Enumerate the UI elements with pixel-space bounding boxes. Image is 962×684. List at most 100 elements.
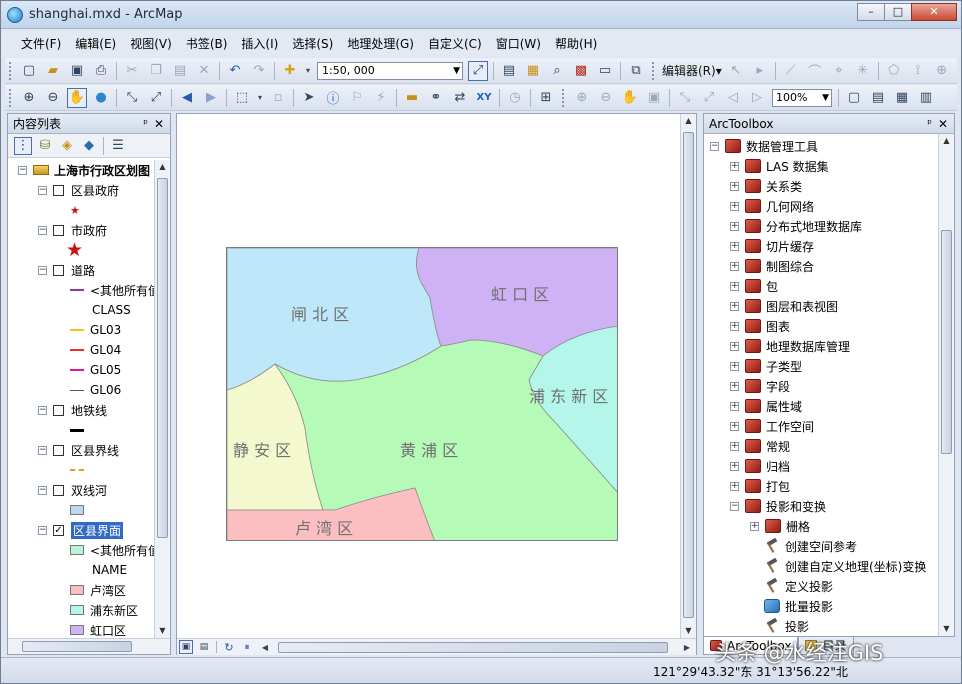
change-layout-icon[interactable]: ▦ (892, 88, 912, 108)
expand-icon[interactable]: + (750, 521, 759, 531)
layout-zoom-in-icon[interactable]: ⊕ (572, 88, 592, 108)
new-document-icon[interactable]: ▢ (19, 61, 39, 81)
go-to-xy-icon[interactable]: XY (474, 88, 494, 108)
list-by-selection-icon[interactable]: ◆ (80, 137, 98, 155)
layer-visibility-checkbox[interactable] (53, 484, 64, 496)
tool-row[interactable]: 创建空间参考 (764, 536, 857, 556)
map-display[interactable]: 闸 北 区 虹 口 区 浦 东 新 区 静 安 区 黄 浦 区 卢 湾 区 ▣ … (176, 113, 697, 655)
expand-icon[interactable]: + (730, 341, 739, 351)
toolset-row[interactable]: + 包 (730, 276, 778, 296)
fixed-zoom-in-icon[interactable]: ⤡ (122, 88, 142, 108)
scroll-up-icon[interactable]: ▲ (155, 160, 170, 174)
menu-help[interactable]: 帮助(H) (549, 31, 603, 57)
pin-icon[interactable]: ᵖ (143, 114, 148, 134)
layer-visibility-checkbox[interactable] (53, 444, 64, 456)
scroll-left-icon[interactable]: ◀ (258, 640, 272, 654)
expand-icon[interactable]: + (730, 461, 739, 471)
time-slider-icon[interactable]: ◷ (505, 88, 525, 108)
collapse-icon[interactable]: − (38, 225, 47, 235)
map-vertical-scrollbar[interactable]: ▲ ▼ (680, 114, 696, 638)
toolset-row[interactable]: + 图表 (730, 316, 790, 336)
refresh-icon[interactable]: ↻ (222, 640, 236, 654)
minimize-button[interactable]: – (857, 3, 885, 21)
collapse-icon[interactable]: − (38, 265, 47, 275)
close-icon[interactable]: ✕ (154, 114, 164, 134)
expand-icon[interactable]: + (730, 241, 739, 251)
scroll-down-icon[interactable]: ▼ (155, 624, 170, 638)
editor-menu[interactable]: 编辑器(R)▾ (662, 62, 722, 79)
expand-icon[interactable]: + (730, 161, 739, 171)
select-dropdown-icon[interactable]: ▾ (256, 88, 264, 108)
collapse-icon[interactable]: − (38, 525, 47, 535)
redo-icon[interactable]: ↷ (249, 61, 269, 81)
collapse-icon[interactable]: − (710, 141, 719, 151)
search-window-icon[interactable]: ⌕ (547, 61, 567, 81)
layer-row[interactable]: − 区县界线 (38, 440, 119, 460)
expand-icon[interactable]: + (730, 181, 739, 191)
expand-icon[interactable]: + (730, 281, 739, 291)
layout-view-icon[interactable]: ▤ (197, 640, 211, 654)
scroll-up-icon[interactable]: ▲ (681, 114, 696, 128)
editor-toolbar-icon[interactable]: ⤢ (468, 60, 488, 81)
collapse-icon[interactable]: − (730, 501, 739, 511)
layer-row[interactable]: − 区县政府 (38, 180, 119, 200)
tool-row[interactable]: 批量投影 (764, 596, 833, 616)
edit-vertices-icon[interactable]: ⬠ (884, 61, 904, 81)
straight-segment-icon[interactable]: ⟋ (781, 61, 801, 81)
toolset-row[interactable]: + 属性域 (730, 396, 802, 416)
collapse-icon[interactable]: − (38, 405, 47, 415)
scroll-right-icon[interactable]: ▶ (680, 640, 694, 654)
toolset-row[interactable]: + 图层和表视图 (730, 296, 838, 316)
layout-back-icon[interactable]: ◁ (723, 88, 743, 108)
expand-icon[interactable]: + (730, 321, 739, 331)
data-frame-row[interactable]: − 上海市行政区划图 (18, 160, 150, 180)
model-builder-icon[interactable]: ⧉ (626, 61, 646, 81)
reshape-icon[interactable]: ⟟ (908, 61, 928, 81)
find-binoculars-icon[interactable]: ⚭ (426, 88, 446, 108)
layer-row[interactable]: − 市政府 (38, 220, 107, 240)
scroll-thumb[interactable] (22, 641, 132, 652)
menu-customize[interactable]: 自定义(C) (422, 31, 488, 57)
collapse-icon[interactable]: − (38, 185, 47, 195)
expand-icon[interactable]: + (730, 481, 739, 491)
collapse-icon[interactable]: − (18, 165, 27, 175)
open-folder-icon[interactable]: ▰ (43, 61, 63, 81)
save-icon[interactable]: ▣ (67, 61, 87, 81)
layer-visibility-checkbox[interactable] (53, 404, 64, 416)
toc-options-icon[interactable]: ☰ (109, 137, 127, 155)
expand-icon[interactable]: + (730, 221, 739, 231)
map-horizontal-thumb[interactable] (278, 641, 668, 653)
toolset-row[interactable]: + 字段 (730, 376, 790, 396)
add-data-icon[interactable]: ✚ (280, 61, 300, 81)
list-by-visibility-icon[interactable]: ◈ (58, 137, 76, 155)
table-of-contents-icon[interactable]: ▤ (499, 61, 519, 81)
measure-icon[interactable]: ▬ (402, 88, 422, 108)
hyperlink-icon[interactable]: ⚡ (371, 88, 391, 108)
expand-icon[interactable]: + (730, 201, 739, 211)
add-data-dropdown-icon[interactable]: ▾ (304, 61, 312, 81)
arctoolbox-window-icon[interactable]: ▩ (571, 61, 591, 81)
layout-forward-icon[interactable]: ▷ (747, 88, 767, 108)
layout-fixed-zoom-in-icon[interactable]: ⤡ (675, 88, 695, 108)
layout-pan-icon[interactable]: ✋ (620, 88, 640, 108)
pan-hand-icon[interactable]: ✋ (67, 87, 87, 108)
toolset-row[interactable]: + 工作空间 (730, 416, 814, 436)
tool-row[interactable]: 投影 (764, 616, 809, 636)
scroll-up-icon[interactable]: ▲ (939, 134, 954, 148)
print-icon[interactable]: ⎙ (91, 61, 111, 81)
expand-icon[interactable]: + (730, 381, 739, 391)
scroll-down-icon[interactable]: ▼ (681, 624, 696, 638)
map-scale-select[interactable]: 1:50, 000 ▼ (317, 61, 463, 80)
identify-icon[interactable]: ⓘ (323, 88, 343, 108)
python-window-icon[interactable]: ▭ (595, 61, 615, 81)
scroll-thumb[interactable] (157, 178, 168, 538)
expand-icon[interactable]: + (730, 401, 739, 411)
layer-row[interactable]: − 双线河 (38, 480, 107, 500)
close-button[interactable]: ✕ (911, 3, 957, 21)
toolset-row[interactable]: − 投影和变换 (730, 496, 826, 516)
toolbar-grip[interactable] (9, 61, 13, 80)
endpoint-arc-icon[interactable]: ⌒ (805, 61, 825, 81)
toolset-row[interactable]: + 栅格 (750, 516, 810, 536)
go-back-icon[interactable]: ◀ (177, 88, 197, 108)
select-features-icon[interactable]: ⬚ (232, 88, 252, 108)
